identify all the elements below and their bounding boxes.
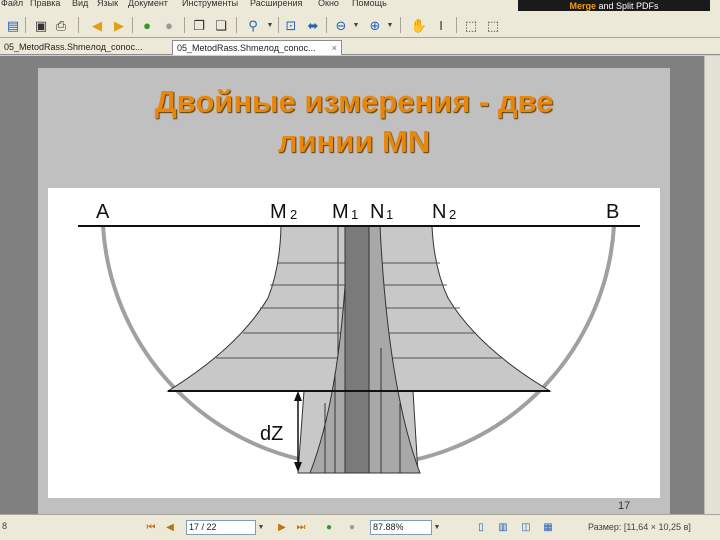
stop-icon[interactable]: ●: [160, 16, 178, 34]
last-page-icon[interactable]: ⏭: [294, 521, 308, 535]
toolbar-separator: [278, 17, 279, 33]
snapshot-icon[interactable]: ⬚: [484, 16, 502, 34]
toolbar: ▤ ▣ ⎙ ◀ ▶ ● ● ❐ ❏ ⚲ ▼ ⊡ ⬌ ⊖ ▼ ⊕ ▼ ✋ I ⬚ …: [0, 11, 720, 38]
statusbar: 8 ⏮ ◀ 17 / 22 ▼ ▶ ⏭ ● ● 87.88% ▼ ▯ ▥ ◫ ▦…: [0, 514, 720, 540]
document-viewport[interactable]: Двойные измерения - две линии MN A M 2 M…: [0, 56, 720, 514]
next-page-icon[interactable]: ▶: [275, 521, 289, 535]
hand-tool-icon[interactable]: ✋: [410, 16, 428, 34]
menu-extensions[interactable]: Расширения: [250, 0, 302, 9]
single-page-view-icon[interactable]: ▯: [474, 521, 488, 535]
menu-language[interactable]: Язык: [97, 0, 118, 9]
vertical-scrollbar[interactable]: [704, 56, 720, 514]
continuous-facing-view-icon[interactable]: ▦: [541, 521, 555, 535]
label-dz: dZ: [260, 423, 283, 445]
select-icon[interactable]: ⬚: [462, 16, 480, 34]
print-icon[interactable]: ⎙: [52, 16, 70, 34]
label-n2-sub: 2: [449, 207, 456, 222]
zoom-out-dropdown-icon[interactable]: ▼: [352, 16, 360, 34]
fit-width-icon[interactable]: ⬌: [304, 16, 322, 34]
first-page-icon[interactable]: ⏮: [144, 521, 158, 535]
diagram-svg: A M 2 M 1 N 1 N 2 B dZ: [78, 201, 640, 474]
toolbar-separator: [236, 17, 237, 33]
zoom-in-icon[interactable]: ⊕: [366, 16, 384, 34]
save-icon[interactable]: ▣: [32, 16, 50, 34]
menu-tools[interactable]: Инструменты: [182, 0, 238, 9]
menu-view[interactable]: Вид: [72, 0, 88, 9]
menu-help[interactable]: Помощь: [352, 0, 387, 9]
go-forward-icon[interactable]: ●: [345, 521, 359, 535]
close-tab-icon[interactable]: ×: [332, 41, 337, 55]
page-number-field[interactable]: 17 / 22: [186, 520, 256, 535]
tab-document-2[interactable]: 05_MetodRass.Shmeлод_conoc... ×: [172, 40, 342, 55]
label-m1-sub: 1: [351, 207, 358, 222]
slide-title-line2: линии MN: [277, 124, 431, 159]
two-pages-icon[interactable]: ❏: [212, 16, 230, 34]
single-page-icon[interactable]: ❐: [190, 16, 208, 34]
previous-page-icon[interactable]: ◀: [88, 16, 106, 34]
continuous-view-icon[interactable]: ▥: [496, 521, 510, 535]
central-stem: [344, 225, 370, 474]
toolbar-separator: [184, 17, 185, 33]
toolbar-separator: [78, 17, 79, 33]
label-b: B: [606, 201, 619, 223]
zoom-out-icon[interactable]: ⊖: [332, 16, 350, 34]
banner-highlight: Merge: [569, 1, 596, 11]
tab-document-1[interactable]: 05_MetodRass.Shmeлод_conoc...: [0, 40, 170, 55]
label-n2: N: [432, 201, 446, 223]
label-m2: M: [270, 201, 287, 223]
go-icon[interactable]: ●: [138, 16, 156, 34]
zoom-in-dropdown-icon[interactable]: ▼: [386, 16, 394, 34]
banner-rest: and Split PDFs: [595, 1, 659, 11]
zoom-dropdown-icon[interactable]: ▼: [432, 520, 442, 535]
status-left-text: 8: [2, 521, 8, 531]
menu-file[interactable]: Файл: [1, 0, 23, 9]
slide-title: Двойные измерения - две линии MN: [38, 82, 670, 162]
select-text-icon[interactable]: I: [432, 16, 450, 34]
toolbar-separator: [400, 17, 401, 33]
open-icon[interactable]: ▤: [4, 16, 22, 34]
label-m2-sub: 2: [290, 207, 297, 222]
document-tabs: 05_MetodRass.Shmeлод_conoc... 05_MetodRa…: [0, 38, 720, 55]
tab-label: 05_MetodRass.Shmeлод_conoc...: [177, 43, 316, 53]
label-m1: M: [332, 201, 349, 223]
tab-label: 05_MetodRass.Shmeлод_conoc...: [4, 42, 143, 52]
menu-window[interactable]: Окно: [318, 0, 339, 9]
double-mn-diagram: A M 2 M 1 N 1 N 2 B dZ: [48, 188, 660, 498]
slide-page-number: 17: [618, 500, 631, 512]
zoom-field[interactable]: 87.88%: [370, 520, 432, 535]
toolbar-separator: [456, 17, 457, 33]
toolbar-separator: [326, 17, 327, 33]
zoom-icon[interactable]: ⚲: [244, 16, 262, 34]
menu-edit[interactable]: Правка: [30, 0, 60, 9]
dz-arrow-head-top: [294, 391, 302, 401]
facing-view-icon[interactable]: ◫: [519, 521, 533, 535]
label-a: A: [96, 201, 110, 223]
pdf-page: Двойные измерения - две линии MN A M 2 M…: [38, 68, 670, 514]
toolbar-separator: [25, 17, 26, 33]
label-n1-sub: 1: [386, 207, 393, 222]
fit-page-icon[interactable]: ⊡: [282, 16, 300, 34]
label-n1: N: [370, 201, 384, 223]
slide-title-line1: Двойные измерения - две: [154, 84, 554, 119]
previous-page-icon[interactable]: ◀: [163, 521, 177, 535]
go-back-icon[interactable]: ●: [322, 521, 336, 535]
zoom-dropdown-icon[interactable]: ▼: [266, 16, 274, 34]
menu-document[interactable]: Документ: [128, 0, 168, 9]
page-dropdown-icon[interactable]: ▼: [256, 520, 266, 535]
next-page-icon[interactable]: ▶: [110, 16, 128, 34]
page-size-text: Размер: [11,64 × 10,25 в]: [588, 522, 691, 532]
toolbar-separator: [132, 17, 133, 33]
